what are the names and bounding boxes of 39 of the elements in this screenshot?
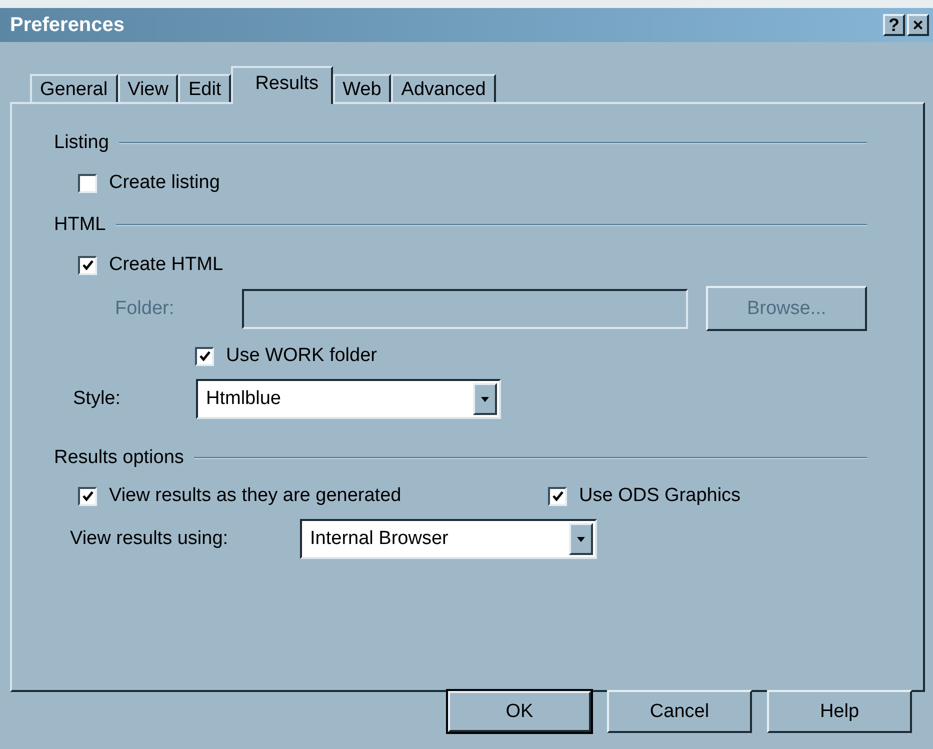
dropdown-button[interactable]	[569, 523, 593, 555]
checkbox[interactable]	[195, 346, 214, 366]
tab[interactable]: Web	[332, 74, 392, 102]
group-heading: Listing	[54, 132, 109, 154]
field-label: View results using:	[70, 528, 230, 550]
dropdown[interactable]: Htmlblue	[196, 379, 501, 419]
checkbox-label: Use WORK folder	[226, 345, 377, 367]
dropdown[interactable]: Internal Browser	[300, 519, 597, 559]
checkbox-label: View results as they are generated	[109, 485, 402, 507]
checkbox[interactable]	[78, 174, 97, 192]
folder-field[interactable]	[242, 288, 688, 328]
checkbox-label: Use ODS Graphics	[579, 485, 741, 507]
group-heading: Results options	[54, 447, 184, 469]
group-heading: HTML	[54, 214, 106, 236]
dialog-button[interactable]: Help	[767, 690, 912, 733]
checkbox-label: Create HTML	[109, 254, 224, 276]
checkbox[interactable]	[548, 486, 567, 506]
checkbox-label: Create listing	[109, 172, 220, 194]
checkbox[interactable]	[78, 256, 97, 274]
tab[interactable]: View	[118, 74, 178, 102]
tab[interactable]: Edit	[178, 74, 232, 102]
dialog-button[interactable]: Cancel	[607, 690, 752, 733]
check-icon	[82, 259, 94, 271]
check-icon	[552, 490, 564, 502]
dropdown-button[interactable]	[473, 383, 497, 415]
checkbox[interactable]	[78, 486, 97, 506]
caret-icon	[481, 396, 489, 402]
caret-icon	[577, 536, 585, 542]
help-button[interactable]: ?	[883, 14, 905, 36]
tab[interactable]: General	[30, 74, 118, 102]
dialog-button[interactable]: OK	[447, 690, 592, 733]
window-title: Preferences	[10, 14, 125, 36]
tab[interactable]: Advanced	[391, 74, 496, 102]
check-icon	[198, 350, 210, 362]
field-label: Style:	[73, 388, 122, 410]
close-button[interactable]: ×	[907, 14, 929, 36]
tab[interactable]: Results	[231, 66, 333, 104]
check-icon	[82, 490, 94, 502]
field-label: Folder:	[115, 298, 176, 320]
